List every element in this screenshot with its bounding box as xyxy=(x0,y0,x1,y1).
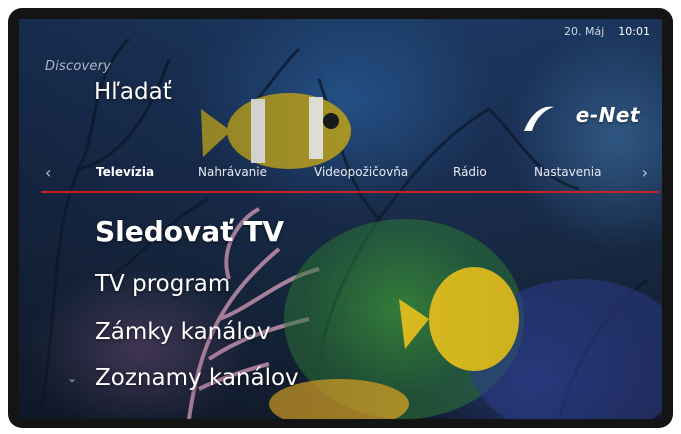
chevron-down-icon[interactable]: ⌄ xyxy=(67,371,77,385)
menu-item-tv-program[interactable]: TV program xyxy=(95,271,230,297)
nav-underline xyxy=(41,191,659,193)
channel-logo: Discovery xyxy=(45,59,112,74)
menu-item-zamky-kanalov[interactable]: Zámky kanálov xyxy=(95,319,270,345)
tab-nastavenia[interactable]: Nastavenia xyxy=(534,165,601,179)
tab-televizia[interactable]: Televízia xyxy=(96,165,154,179)
status-bar: 20. Máj 10:01 xyxy=(564,25,650,38)
tab-nahravanie[interactable]: Nahrávanie xyxy=(198,165,267,179)
chevron-right-icon[interactable]: › xyxy=(642,163,648,182)
tab-videopozicovna[interactable]: Videopožičovňa xyxy=(314,165,408,179)
main-navigation: ‹ Televízia Nahrávanie Videopožičovňa Rá… xyxy=(19,159,662,187)
tv-bezel: 20. Máj 10:01 Discovery Hľadať e-Net ‹ T… xyxy=(8,8,673,428)
menu-overlay: 20. Máj 10:01 Discovery Hľadať e-Net ‹ T… xyxy=(19,19,662,419)
menu-item-zoznamy-kanalov[interactable]: Zoznamy kanálov xyxy=(95,365,299,391)
search-title[interactable]: Hľadať xyxy=(94,79,172,105)
tv-screen: 20. Máj 10:01 Discovery Hľadať e-Net ‹ T… xyxy=(19,19,662,419)
menu-item-sledovat-tv[interactable]: Sledovať TV xyxy=(95,215,284,248)
date-text: 20. Máj xyxy=(564,25,605,38)
e-net-logo-icon xyxy=(524,106,554,131)
brand-logo: e-Net xyxy=(520,99,640,139)
time-text: 10:01 xyxy=(618,25,650,38)
tab-radio[interactable]: Rádio xyxy=(453,165,487,179)
tv-frame: 20. Máj 10:01 Discovery Hľadať e-Net ‹ T… xyxy=(0,0,681,434)
brand-name: e-Net xyxy=(575,103,640,127)
chevron-left-icon[interactable]: ‹ xyxy=(45,163,51,182)
